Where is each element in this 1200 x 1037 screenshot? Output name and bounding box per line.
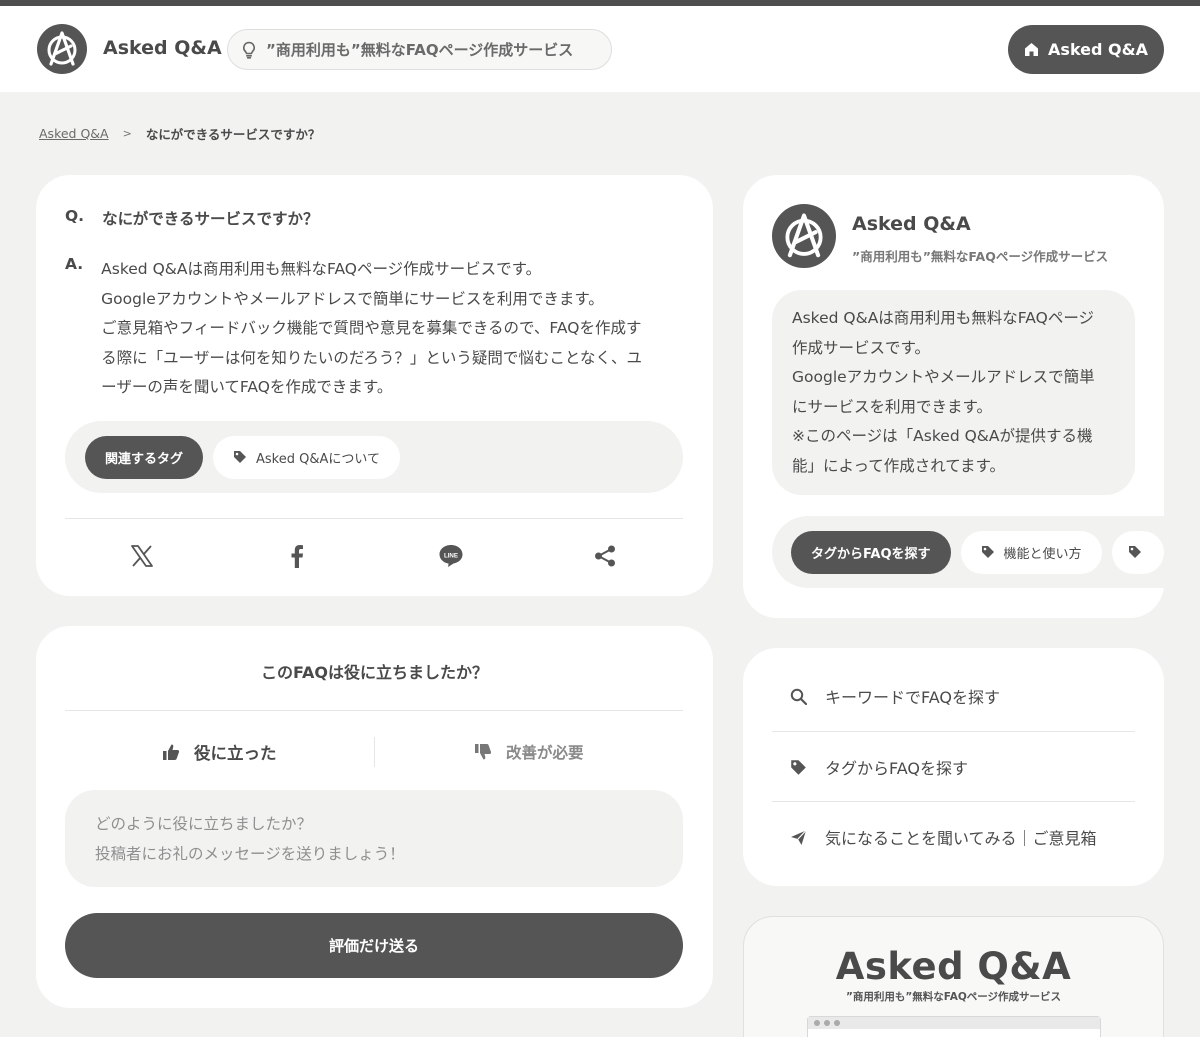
facebook-icon (291, 545, 303, 568)
tag-chip-partial[interactable] (1111, 530, 1164, 574)
description-line: Googleアカウントやメールアドレスで簡単 (792, 368, 1095, 386)
feedback-title: このFAQは役に立ちましたか？ (260, 663, 489, 682)
breadcrumb-root-link[interactable]: Asked Q&A (39, 126, 109, 141)
x-icon (131, 545, 153, 567)
submit-rating-button[interactable]: 評価だけ送る (65, 913, 683, 978)
description-line: 作成サービスです。 (792, 338, 930, 357)
description-line: ※このページは「Asked Q&Aが提供する機 (792, 427, 1093, 445)
profile-name[interactable]: Asked Q&A (852, 213, 971, 235)
description-line: Asked Q&Aは商用利用も無料なFAQページ (792, 309, 1095, 327)
profile-card: Asked Q&A ”商用利用も”無料なFAQページ作成サービス Asked Q… (743, 175, 1164, 618)
breadcrumb: Asked Q&A > なにができるサービスですか？ (39, 124, 320, 143)
suggestion-box-label: 気になることを聞いてみる｜ご意見箱 (825, 829, 1097, 848)
promo-subtitle: ”商用利用も”無料なFAQページ作成サービス (845, 991, 1062, 1003)
promo-banner[interactable]: Asked Q&A ”商用利用も”無料なFAQページ作成サービス (743, 916, 1164, 1037)
logo-icon[interactable] (37, 24, 87, 74)
browser-dot (814, 1020, 820, 1026)
promo-title: Asked Q&A (835, 945, 1072, 988)
answer-row: A. Asked Q&Aは商用利用も無料なFAQページ作成サービスです。 Goo… (65, 255, 683, 403)
home-icon (1025, 43, 1039, 56)
profile-description: Asked Q&Aは商用利用も無料なFAQページ 作成サービスです。 Googl… (772, 290, 1135, 495)
question-row: Q. なにができるサービスですか？ (65, 207, 318, 229)
answer-line: Googleアカウントやメールアドレスで簡単にサービスを利用できます。 (101, 289, 604, 308)
needs-improvement-label: 改善が必要 (505, 744, 584, 762)
suggestion-box-link[interactable]: 気になることを聞いてみる｜ご意見箱 (772, 802, 1135, 872)
description-line: にサービスを利用できます。 (792, 397, 992, 416)
send-icon (791, 829, 807, 845)
helpful-label: 役に立った (194, 744, 277, 763)
search-links-card: キーワードでFAQを探す タグからFAQを探す 気になることを聞いてみる｜ご意見… (743, 648, 1164, 886)
brand-name[interactable]: Asked Q&A (103, 37, 222, 59)
placeholder-line: どのように役に立ちましたか？ (95, 815, 313, 833)
helpful-button[interactable]: 役に立った (65, 726, 374, 778)
thumbs-up-icon (163, 744, 180, 760)
x-share-button[interactable] (128, 542, 156, 570)
profile-logo-icon[interactable] (772, 204, 836, 268)
answer-line: ご意見箱やフィードバック機能で質問や意見を募集できるので、FAQを作成す (101, 319, 642, 337)
line-icon: LINE (439, 545, 463, 567)
answer-line: ーザーの声を聞いてFAQを作成できます。 (101, 378, 393, 396)
tag-icon (234, 451, 247, 463)
browser-toolbar (808, 1017, 1100, 1029)
thumbs-down-icon (474, 744, 492, 760)
line-share-button[interactable]: LINE (437, 542, 465, 570)
answer-text: Asked Q&Aは商用利用も無料なFAQページ作成サービスです。 Google… (101, 255, 642, 403)
share-icon (595, 545, 615, 567)
tag-chip[interactable]: Asked Q&Aについて (213, 435, 401, 479)
feedback-choices: 役に立った 改善が必要 (65, 726, 683, 778)
feedback-message-input[interactable]: どのように役に立ちましたか？ 投稿者にお礼のメッセージを送りましょう！ (65, 790, 683, 887)
feedback-card: このFAQは役に立ちましたか？ 役に立った 改善が必要 どのように役に立ちました… (36, 626, 713, 1008)
keyword-search-label: キーワードでFAQを探す (825, 688, 1000, 707)
tag-search-label: タグからFAQを探す (791, 530, 951, 574)
search-icon (790, 688, 807, 705)
profile-tagline: ”商用利用も”無料なFAQページ作成サービス (852, 249, 1109, 264)
tag-search-label: タグからFAQを探す (825, 759, 968, 778)
tag-icon (791, 759, 806, 775)
tag-search-link[interactable]: タグからFAQを探す (772, 732, 1135, 802)
tagline-text: ”商用利用も”無料なFAQページ作成サービス (266, 41, 574, 59)
facebook-share-button[interactable] (283, 542, 311, 570)
placeholder-line: 投稿者にお礼のメッセージを送りましょう！ (95, 844, 405, 863)
related-tags-bar: 関連するタグ Asked Q&Aについて (65, 421, 683, 493)
question-text: なにができるサービスですか？ (102, 210, 319, 228)
description-line: 能」によって作成されてます。 (792, 456, 1005, 475)
svg-text:LINE: LINE (444, 552, 458, 559)
answer-line: Asked Q&Aは商用利用も無料なFAQページ作成サービスです。 (101, 260, 542, 278)
home-button[interactable]: Asked Q&A (1008, 25, 1164, 74)
answer-line: る際に「ユーザーは何を知りたいのだろう？」という疑問で悩むことなく、ユ (101, 348, 642, 367)
breadcrumb-current: なにができるサービスですか？ (145, 127, 321, 142)
tag-chip[interactable]: 機能と使い方 (960, 530, 1102, 574)
question-mark: Q. (65, 207, 85, 225)
tagline-pill: ”商用利用も”無料なFAQページ作成サービス (227, 29, 612, 70)
share-button[interactable] (591, 542, 619, 570)
needs-improvement-button[interactable]: 改善が必要 (375, 726, 684, 778)
answer-mark: A. (65, 255, 84, 273)
breadcrumb-separator: > (122, 127, 132, 140)
lightbulb-icon (243, 41, 255, 59)
home-button-label: Asked Q&A (1048, 40, 1148, 59)
browser-mockup (807, 1016, 1101, 1037)
tag-chip-label: 機能と使い方 (1003, 546, 1082, 562)
site-header: Asked Q&A ”商用利用も”無料なFAQページ作成サービス Asked Q… (0, 6, 1200, 92)
tag-icon (981, 546, 994, 558)
tag-chip-label: Asked Q&Aについて (256, 451, 381, 467)
browser-dot (824, 1020, 830, 1026)
profile-tag-scroller[interactable]: タグからFAQを探す 機能と使い方 (772, 516, 1164, 588)
share-row: LINE (65, 520, 683, 590)
share-divider (65, 518, 683, 519)
feedback-divider (65, 710, 683, 711)
qa-card: Q. なにができるサービスですか？ A. Asked Q&Aは商用利用も無料なF… (36, 175, 713, 596)
tag-icon (1128, 546, 1141, 558)
browser-dot (834, 1020, 840, 1026)
related-tags-label: 関連するタグ (85, 435, 204, 479)
keyword-search-link[interactable]: キーワードでFAQを探す (772, 661, 1135, 731)
